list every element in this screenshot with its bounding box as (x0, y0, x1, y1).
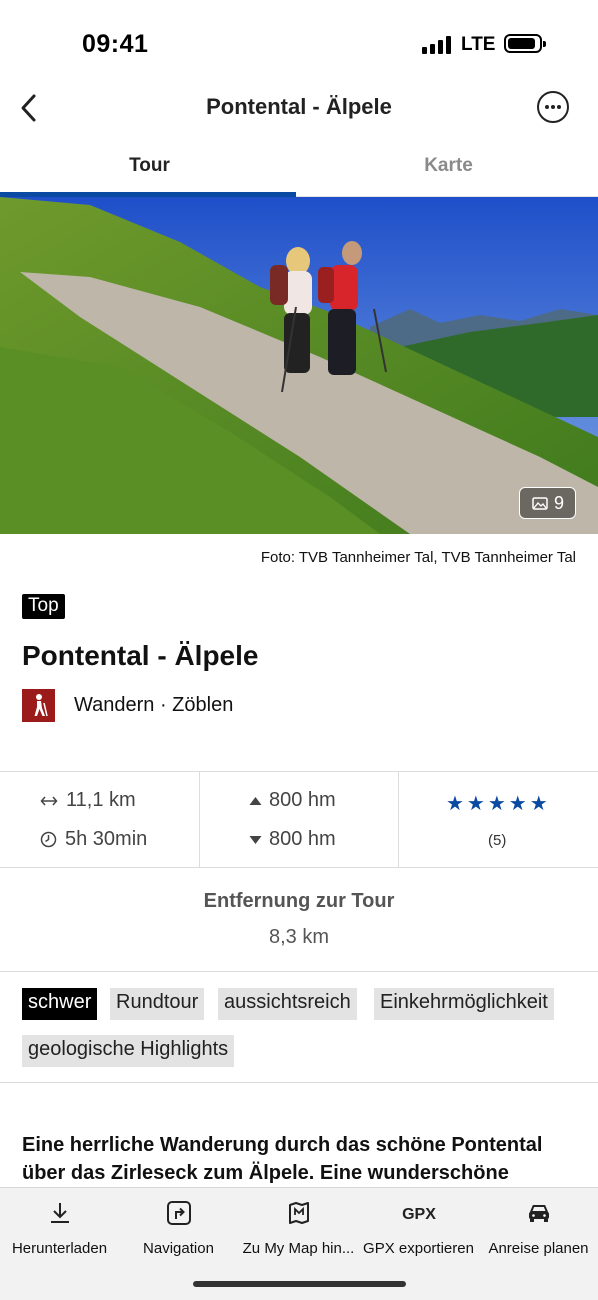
tour-title: Pontental - Älpele (22, 640, 259, 671)
battery-icon (504, 34, 546, 53)
tag-aussichtsreich[interactable]: aussichtsreich (218, 988, 357, 1020)
divider (0, 1082, 598, 1083)
distance-to-tour: Entfernung zur Tour 8,3 km (0, 868, 598, 972)
tour-category: Wandern · Zöblen (74, 694, 234, 716)
status-time: 09:41 (82, 30, 149, 58)
stat-duration: 5h 30min (40, 828, 147, 851)
distance-icon (40, 796, 58, 806)
stat-descent: 800 hm (249, 828, 336, 851)
tour-stats: 11,1 km 5h 30min 800 hm 800 hm ★★★★★ (5) (0, 771, 598, 868)
hero-image[interactable] (0, 197, 598, 534)
status-bar: 09:41 LTE (0, 0, 598, 80)
stat-ascent: 800 hm (249, 789, 336, 812)
gallery-button[interactable]: 9 (519, 487, 576, 519)
tag-schwer[interactable]: schwer (22, 988, 98, 1020)
tab-bar: Tour Karte (0, 145, 598, 197)
more-options-button[interactable] (537, 91, 569, 123)
rating-count: (5) (488, 832, 507, 849)
rating-stars[interactable]: ★★★★★ (446, 791, 551, 816)
tab-tour[interactable]: Tour (0, 155, 299, 177)
distance-label: Entfernung zur Tour (203, 890, 395, 912)
stat-distance: 11,1 km (40, 789, 136, 812)
nav-header: Pontental - Älpele (0, 80, 598, 136)
add-to-my-map-button[interactable]: Zu My Map hin... (239, 1200, 358, 1257)
tour-description: Eine herrliche Wanderung durch das schön… (22, 1134, 543, 1184)
signal-icon (422, 36, 452, 54)
top-badge: Top (22, 594, 65, 619)
tag-einkehrmoeglichkeit[interactable]: Einkehrmöglichkeit (374, 988, 554, 1020)
page-title: Pontental - Älpele (206, 94, 392, 119)
home-indicator (193, 1281, 406, 1287)
ascent-icon (249, 796, 262, 805)
clock-icon (40, 831, 57, 848)
navigation-button[interactable]: Navigation (119, 1200, 238, 1257)
gpx-export-button[interactable]: GPX GPX exportieren (359, 1200, 478, 1257)
descent-icon (249, 835, 262, 844)
network-label: LTE (461, 34, 496, 55)
download-icon (50, 1203, 69, 1223)
tab-karte[interactable]: Karte (299, 155, 598, 177)
navigation-icon (166, 1201, 191, 1225)
tag-geologische-highlights[interactable]: geologische Highlights (22, 1035, 235, 1067)
tag-rundtour[interactable]: Rundtour (110, 988, 205, 1020)
map-icon (288, 1202, 309, 1224)
hiking-icon (22, 689, 55, 722)
image-icon (532, 497, 548, 510)
image-count: 9 (554, 493, 565, 513)
download-button[interactable]: Herunterladen (0, 1200, 119, 1257)
car-icon (528, 1205, 549, 1222)
plan-journey-button[interactable]: Anreise planen (479, 1200, 598, 1257)
distance-value: 8,3 km (268, 926, 330, 948)
svg-text:GPX: GPX (402, 1206, 436, 1223)
photo-credit: Foto: TVB Tannheimer Tal, TVB Tannheimer… (260, 549, 576, 566)
gpx-icon: GPX (402, 1206, 436, 1223)
